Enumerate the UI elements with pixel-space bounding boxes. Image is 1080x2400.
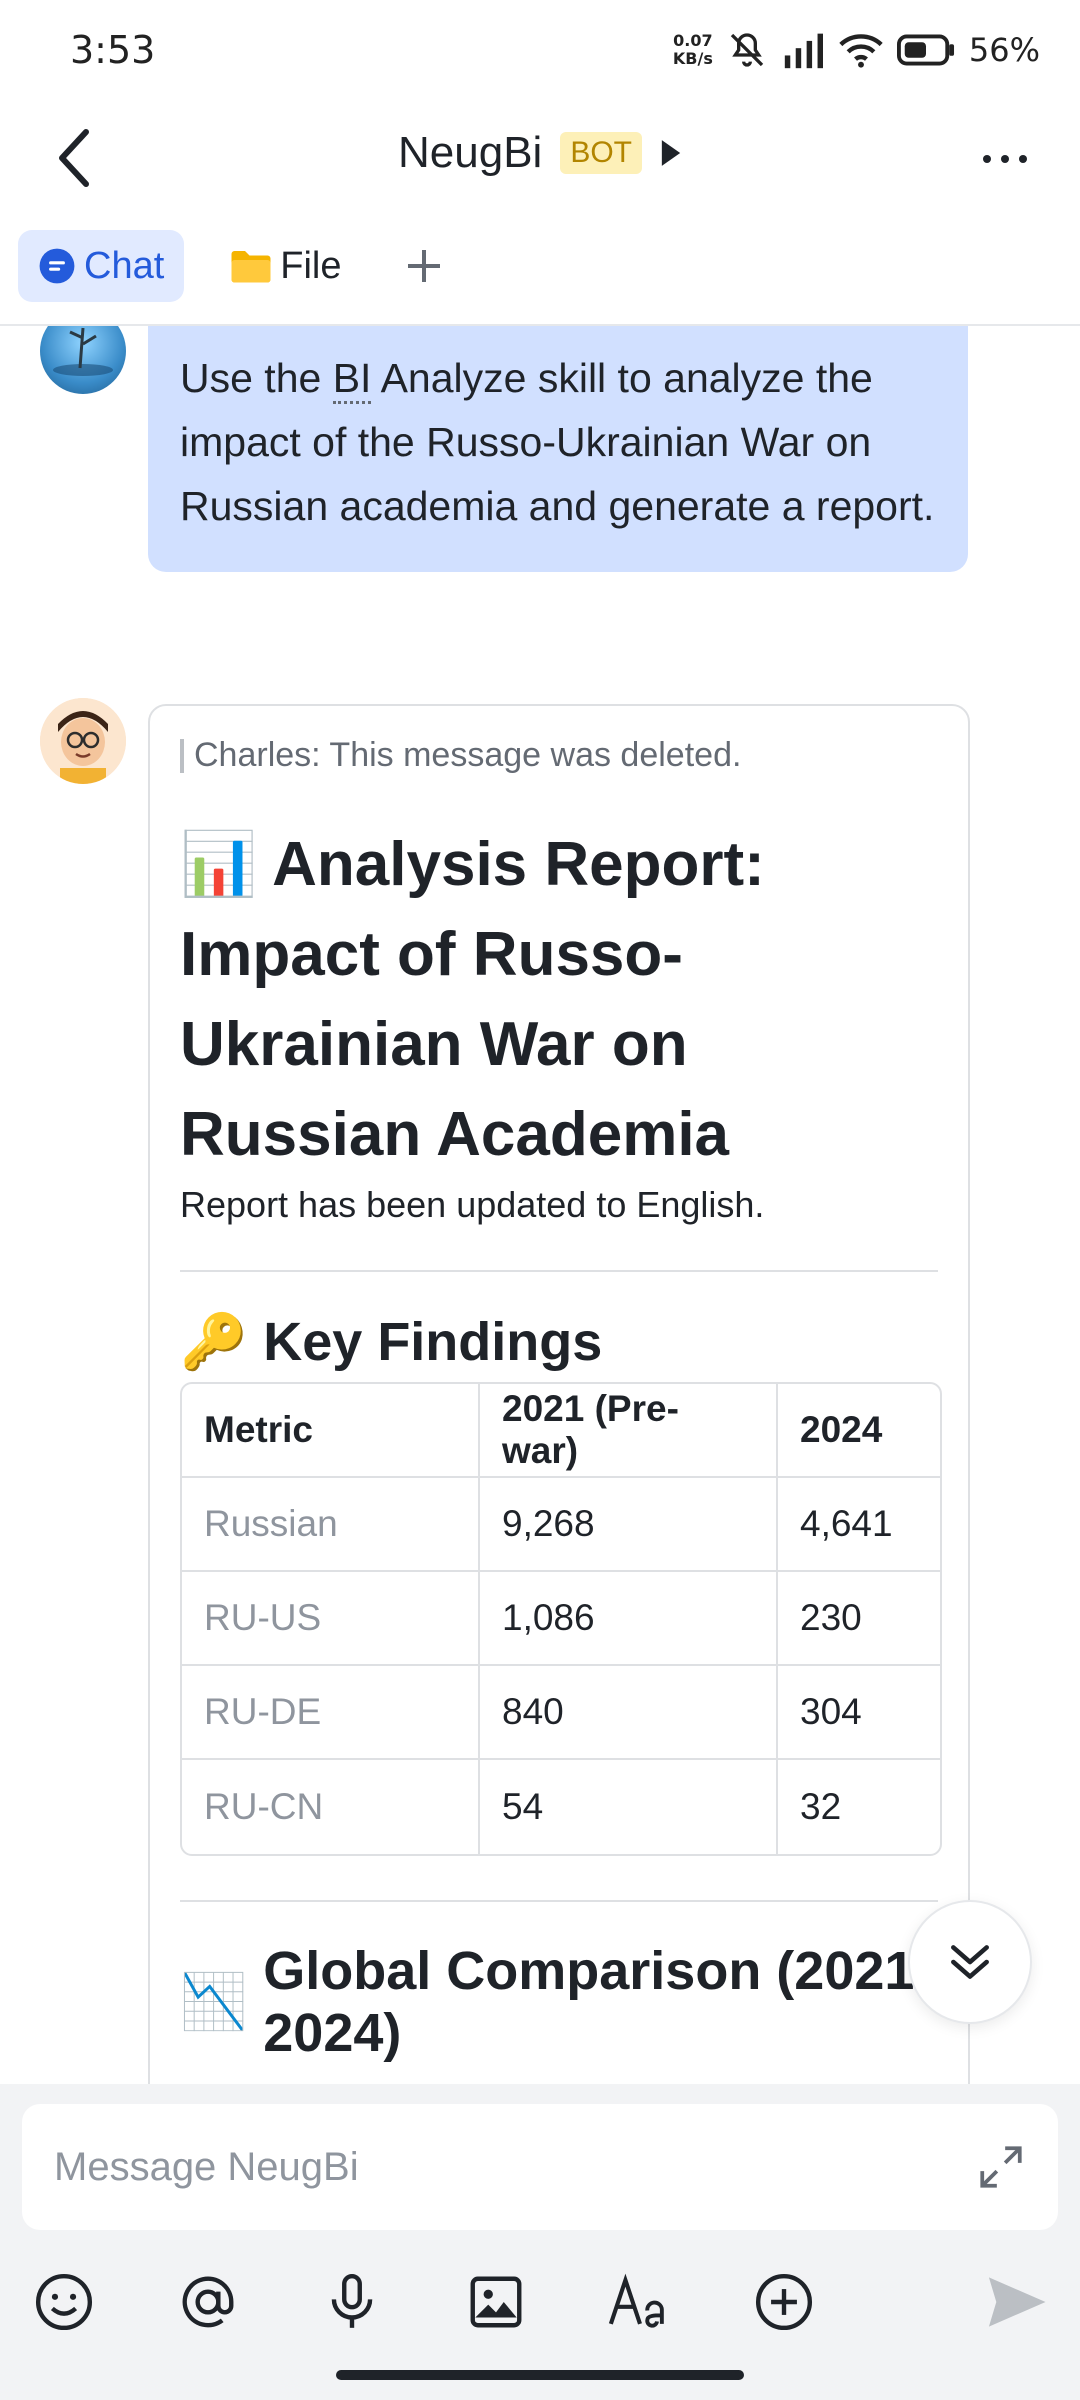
quote-bar	[180, 738, 184, 773]
avatar-image	[53, 327, 113, 376]
user-message-bubble[interactable]: Use the BI Analyze skill to analyze the …	[148, 326, 968, 572]
more-dot-icon	[1019, 155, 1027, 163]
tab-file[interactable]: File	[210, 230, 361, 302]
signal-icon	[784, 33, 823, 69]
key-icon: 🔑	[180, 1310, 248, 1373]
report-subtitle: Report has been updated to English.	[180, 1184, 765, 1225]
home-indicator[interactable]	[336, 2370, 744, 2380]
bar-chart-icon: 📊	[180, 827, 258, 900]
message-input[interactable]	[54, 2144, 976, 2190]
bot-message-card[interactable]: Charles: This message was deleted. 📊 Ana…	[148, 704, 970, 2084]
more-dot-icon	[1001, 155, 1009, 163]
bi-skill-link[interactable]: BI	[332, 355, 372, 404]
cartoon-face-icon	[40, 698, 126, 784]
voice-button[interactable]	[310, 2260, 394, 2344]
table-header: 2024	[778, 1384, 940, 1478]
mention-icon	[182, 2276, 234, 2328]
table-cell: 4,641	[778, 1478, 940, 1572]
message-list[interactable]: Use the BI Analyze skill to analyze the …	[0, 326, 1080, 2084]
double-chevron-down-icon	[951, 1945, 989, 1979]
send-button[interactable]	[974, 2260, 1058, 2344]
table-cell: RU-CN	[182, 1760, 480, 1854]
tab-file-label: File	[280, 244, 342, 287]
expand-icon[interactable]	[976, 2142, 1026, 2192]
emoji-button[interactable]	[22, 2260, 106, 2344]
header-title-group[interactable]: NeugBi BOT	[0, 128, 1080, 178]
status-icons: 0.07 KB/s 56%	[673, 30, 1040, 70]
more-actions-button[interactable]	[742, 2260, 826, 2344]
emoji-icon	[35, 2273, 93, 2331]
table-cell: 1,086	[480, 1572, 778, 1666]
table-row: RU-US 1,086 230	[182, 1572, 940, 1666]
table-header: 2021 (Pre-war)	[480, 1384, 778, 1478]
mute-bell-icon	[730, 33, 764, 67]
more-options-button[interactable]	[970, 134, 1040, 184]
table-cell: 304	[778, 1666, 940, 1760]
image-button[interactable]	[454, 2260, 538, 2344]
chat-title: NeugBi	[398, 128, 543, 177]
table-header: Metric	[182, 1384, 480, 1478]
tab-chat[interactable]: Chat	[18, 230, 185, 302]
key-findings-heading: 🔑 Key Findings	[180, 1310, 603, 1373]
plus-icon	[407, 250, 440, 282]
global-comparison-heading: 📉 Global Comparison (2021-2024)	[180, 1941, 933, 2063]
message-composer	[0, 2084, 1080, 2400]
send-icon	[988, 2277, 1046, 2327]
divider	[180, 1900, 938, 1902]
chat-tabs: Chat File	[0, 230, 1080, 326]
table-cell: 840	[480, 1666, 778, 1760]
wifi-icon	[839, 34, 883, 68]
text-format-button[interactable]	[598, 2260, 682, 2344]
table-cell: 54	[480, 1760, 778, 1854]
key-findings-table[interactable]: Metric 2021 (Pre-war) 2024 Russian 9,268…	[180, 1382, 942, 1856]
table-row: Russian 9,268 4,641	[182, 1478, 940, 1572]
add-tab-button[interactable]	[388, 230, 460, 302]
text-format-icon	[608, 2273, 664, 2328]
chat-bubble-icon	[39, 248, 75, 284]
tab-chat-label: Chat	[84, 244, 165, 287]
mention-button[interactable]	[166, 2260, 250, 2344]
folder-icon	[231, 251, 271, 283]
battery-percentage: 56%	[968, 31, 1040, 69]
chat-header: NeugBi BOT	[0, 100, 1080, 220]
table-cell: 32	[800, 1786, 842, 1827]
image-icon	[470, 2276, 522, 2328]
table-row: RU-DE 840 304	[182, 1666, 940, 1760]
composer-toolbar	[0, 2260, 1080, 2344]
play-triangle-icon	[661, 140, 681, 166]
more-dot-icon	[983, 155, 991, 163]
divider	[180, 1270, 938, 1272]
chart-decreasing-icon: 📉	[180, 1970, 248, 2033]
bot-avatar[interactable]	[40, 698, 126, 784]
table-cell: RU-DE	[182, 1666, 480, 1760]
user-avatar[interactable]	[40, 326, 126, 394]
plus-circle-icon	[755, 2273, 813, 2331]
deleted-message-notice: Charles: This message was deleted.	[180, 736, 938, 775]
table-cell: 230	[778, 1572, 940, 1666]
table-cell: Russian	[182, 1478, 480, 1572]
table-header-row: Metric 2021 (Pre-war) 2024	[182, 1384, 940, 1478]
message-input-box[interactable]	[22, 2104, 1058, 2230]
microphone-icon	[331, 2273, 373, 2328]
scroll-to-bottom-button[interactable]	[908, 1900, 1032, 2024]
table-cell: 9,268	[480, 1478, 778, 1572]
battery-icon	[896, 34, 954, 66]
status-time: 3:53	[70, 28, 156, 72]
table-cell: RU-US	[182, 1572, 480, 1666]
network-speed: 0.07 KB/s	[672, 31, 713, 68]
report-title: 📊 Analysis Report: Impact of Russo-Ukrai…	[180, 827, 765, 1169]
table-row: RU-CN 54 32	[182, 1760, 940, 1854]
bot-badge: BOT	[560, 132, 642, 174]
status-bar: 3:53 0.07 KB/s 56%	[0, 0, 1080, 100]
